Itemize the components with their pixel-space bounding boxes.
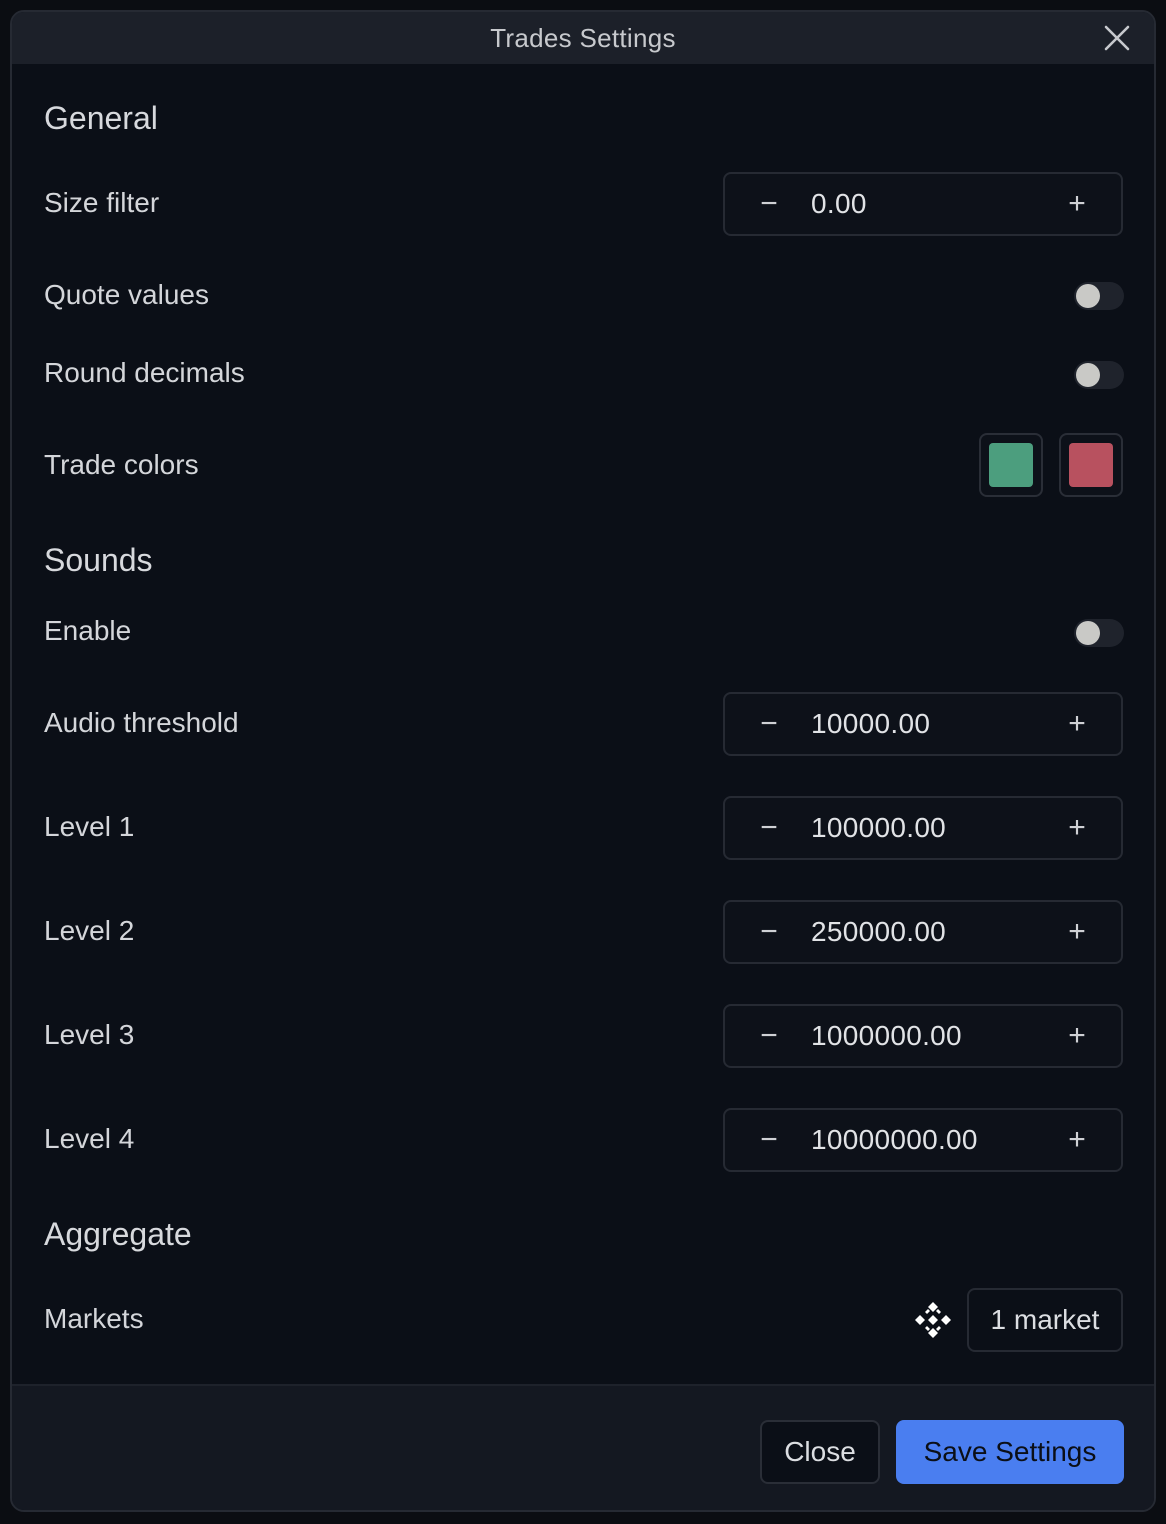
level-1-decrement-button[interactable]: − [739,798,799,858]
audio-threshold-stepper: − 10000.00 + [723,692,1123,756]
level-1-input[interactable]: 100000.00 [811,798,946,858]
audio-threshold-increment-button[interactable]: + [1047,694,1107,754]
audio-threshold-input[interactable]: 10000.00 [811,694,930,754]
buy-color-swatch [989,443,1033,487]
level-4-decrement-button[interactable]: − [739,1110,799,1170]
level-3-label: Level 3 [44,1019,135,1050]
dialog-footer: Close Save Settings [12,1384,1154,1510]
sound-enable-label: Enable [44,615,132,646]
sell-color-swatch [1069,443,1113,487]
markets-label: Markets [44,1303,144,1334]
level-2-label: Level 2 [44,915,135,946]
sound-enable-toggle[interactable] [1074,619,1124,647]
dialog-titlebar: Trades Settings [12,12,1154,64]
level-2-stepper: − 250000.00 + [723,900,1123,964]
buy-color-picker[interactable] [979,433,1043,497]
aggregate-heading: Aggregate [44,1216,192,1252]
size-filter-label: Size filter [44,187,160,218]
level-3-input[interactable]: 1000000.00 [811,1006,962,1066]
dialog-title: Trades Settings [490,22,676,53]
audio-threshold-label: Audio threshold [44,707,239,738]
sell-color-picker[interactable] [1059,433,1123,497]
size-filter-increment-button[interactable]: + [1047,174,1107,234]
quote-values-toggle[interactable] [1074,282,1124,310]
audio-threshold-decrement-button[interactable]: − [739,694,799,754]
level-4-increment-button[interactable]: + [1047,1110,1107,1170]
round-decimals-label: Round decimals [44,357,245,388]
level-4-input[interactable]: 10000000.00 [811,1110,978,1170]
close-icon[interactable] [1102,23,1132,53]
level-2-decrement-button[interactable]: − [739,902,799,962]
level-3-increment-button[interactable]: + [1047,1006,1107,1066]
level-3-stepper: − 1000000.00 + [723,1004,1123,1068]
sounds-heading: Sounds [44,542,153,578]
toggle-knob [1076,621,1100,645]
level-3-decrement-button[interactable]: − [739,1006,799,1066]
general-heading: General [44,100,158,136]
trades-settings-dialog: Trades Settings General Size filter − 0.… [10,10,1156,1512]
size-filter-input[interactable]: 0.00 [811,174,867,234]
level-4-label: Level 4 [44,1123,135,1154]
toggle-knob [1076,363,1100,387]
level-1-label: Level 1 [44,811,135,842]
level-1-stepper: − 100000.00 + [723,796,1123,860]
level-2-increment-button[interactable]: + [1047,902,1107,962]
save-settings-button[interactable]: Save Settings [896,1420,1124,1484]
exchange-logo-icon [915,1302,951,1338]
round-decimals-toggle[interactable] [1074,361,1124,389]
quote-values-label: Quote values [44,279,209,310]
level-2-input[interactable]: 250000.00 [811,902,946,962]
level-4-stepper: − 10000000.00 + [723,1108,1123,1172]
trade-colors-label: Trade colors [44,449,199,480]
size-filter-decrement-button[interactable]: − [739,174,799,234]
toggle-knob [1076,284,1100,308]
size-filter-stepper: − 0.00 + [723,172,1123,236]
level-1-increment-button[interactable]: + [1047,798,1107,858]
close-button[interactable]: Close [760,1420,880,1484]
markets-select-button[interactable]: 1 market [967,1288,1123,1352]
